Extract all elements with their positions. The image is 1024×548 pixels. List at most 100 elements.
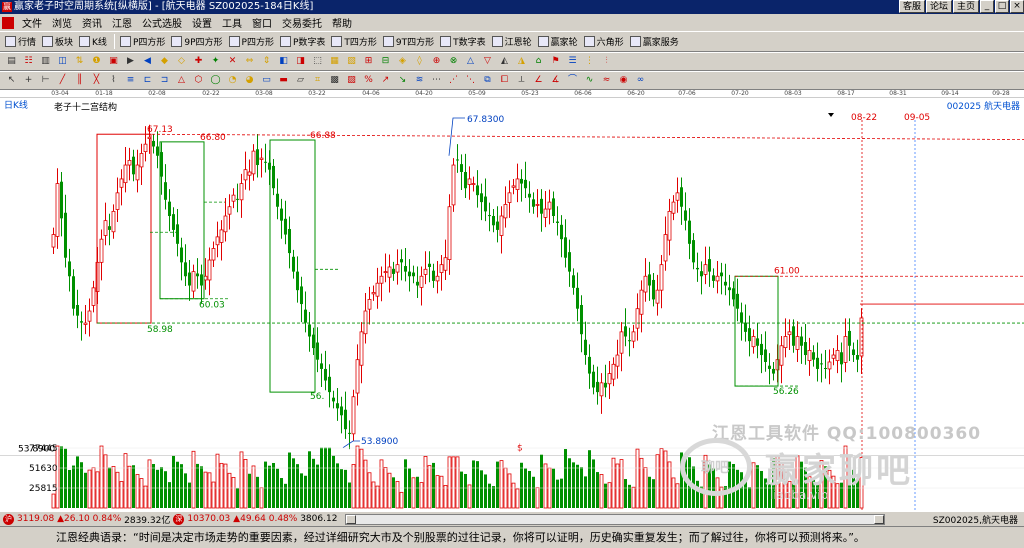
draw-tool-icon[interactable]: ⧉ [481,74,494,87]
draw-tool-icon[interactable]: ≋ [413,74,426,87]
draw-tool-icon[interactable]: ⧠ [498,74,511,87]
menu-gann[interactable]: 江恩 [107,15,137,30]
draw-tool-icon[interactable]: ⊐ [158,74,171,87]
tool-icon[interactable]: △ [464,55,477,68]
toolbar-winner-wheel[interactable]: 赢家轮 [536,35,582,48]
tool-icon[interactable]: ▶ [124,55,137,68]
toolbar-kline[interactable]: K线 [77,35,111,48]
toolbar-sectors[interactable]: 板块 [40,35,77,48]
tool-icon[interactable]: ⋮ [583,55,596,68]
draw-tool-icon[interactable]: ▬ [277,74,290,87]
toolbar-t-number-table[interactable]: T数字表 [438,35,490,48]
tool-icon[interactable]: ◧ [277,55,290,68]
draw-tool-icon[interactable]: ▱ [294,74,307,87]
menu-tools[interactable]: 工具 [217,15,247,30]
draw-tool-icon[interactable]: ◕ [243,74,256,87]
tool-icon[interactable]: ⌂ [532,55,545,68]
toolbar-quotes[interactable]: 行情 [3,35,40,48]
menu-help[interactable]: 帮助 [327,15,357,30]
tool-icon[interactable]: ⊗ [447,55,460,68]
tool-icon[interactable]: ◈ [396,55,409,68]
tool-icon[interactable]: ⫶ [600,55,613,68]
draw-tool-icon[interactable]: ╱ [56,74,69,87]
menu-trade[interactable]: 交易委托 [277,15,327,30]
horizontal-scrollbar[interactable] [345,513,886,525]
tool-icon[interactable]: ▽ [481,55,494,68]
tool-icon[interactable]: ◫ [56,55,69,68]
tool-icon[interactable]: ▧ [345,55,358,68]
draw-tool-icon[interactable]: ╳ [90,74,103,87]
toolbar-9p-square[interactable]: 9P四方形 [169,35,226,48]
tool-icon[interactable]: ◭ [498,55,511,68]
toolbar-winner-service[interactable]: 赢家服务 [628,35,683,48]
draw-tool-icon[interactable]: ⌒ [566,74,579,87]
menu-news[interactable]: 资讯 [77,15,107,30]
tool-icon[interactable]: ✕ [226,55,239,68]
draw-tool-icon[interactable]: % [362,74,375,87]
tool-icon[interactable]: ◇ [175,55,188,68]
draw-tool-icon[interactable]: ⋱ [464,74,477,87]
draw-tool-icon[interactable]: + [22,74,35,87]
maximize-button[interactable]: □ [995,0,1009,13]
tool-icon[interactable]: ▦ [328,55,341,68]
draw-tool-icon[interactable]: ║ [73,74,86,87]
draw-tool-icon[interactable]: ⊢ [39,74,52,87]
draw-tool-icon[interactable]: ⬡ [192,74,205,87]
customer-service-button[interactable]: 客服 [898,0,925,13]
draw-tool-icon[interactable]: ⋯ [430,74,443,87]
tool-icon[interactable]: ⇔ [243,55,256,68]
forum-button[interactable]: 论坛 [925,0,952,13]
draw-tool-icon[interactable]: ▨ [345,74,358,87]
draw-tool-icon[interactable]: ⌗ [311,74,324,87]
draw-tool-icon[interactable]: △ [175,74,188,87]
tool-icon[interactable]: ◊ [413,55,426,68]
draw-tool-icon[interactable]: ⌇ [107,74,120,87]
tool-icon[interactable]: ▥ [39,55,52,68]
draw-tool-icon[interactable]: ↘ [396,74,409,87]
tool-icon[interactable]: ⊟ [379,55,392,68]
draw-tool-icon[interactable]: ∠ [532,74,545,87]
toolbar-p-number-table[interactable]: P数字表 [278,35,329,48]
tool-icon[interactable]: ◨ [294,55,307,68]
draw-tool-icon[interactable]: ∡ [549,74,562,87]
tool-icon[interactable]: ⊕ [430,55,443,68]
tool-icon[interactable]: ⚑ [549,55,562,68]
draw-tool-icon[interactable]: ⋰ [447,74,460,87]
toolbar-t-square[interactable]: T四方形 [329,35,381,48]
draw-tool-icon[interactable]: ≈ [600,74,613,87]
tool-icon[interactable]: ▤ [5,55,18,68]
tool-icon[interactable]: ◀ [141,55,154,68]
tool-icon[interactable]: ▣ [107,55,120,68]
draw-tool-icon[interactable]: ⊏ [141,74,154,87]
draw-tool-icon[interactable]: ◔ [226,74,239,87]
tool-icon[interactable]: ⇕ [260,55,273,68]
draw-tool-icon[interactable]: ↗ [379,74,392,87]
tool-icon[interactable]: ☷ [22,55,35,68]
draw-tool-icon[interactable]: ↖ [5,74,18,87]
draw-tool-icon[interactable]: ◯ [209,74,222,87]
draw-tool-icon[interactable]: ◉ [617,74,630,87]
minimize-button[interactable]: _ [980,0,994,13]
tool-icon[interactable]: ☰ [566,55,579,68]
menu-browse[interactable]: 浏览 [47,15,77,30]
draw-tool-icon[interactable]: ▭ [260,74,273,87]
tool-icon[interactable]: ✦ [209,55,222,68]
tool-icon[interactable]: ◮ [515,55,528,68]
menu-settings[interactable]: 设置 [187,15,217,30]
close-button[interactable]: × [1010,0,1024,13]
toolbar-hexagon[interactable]: 六角形 [582,35,628,48]
tool-icon[interactable]: ⇅ [73,55,86,68]
tool-icon[interactable]: ⬚ [311,55,324,68]
tool-icon[interactable]: ◆ [158,55,171,68]
draw-tool-icon[interactable]: ⟂ [515,74,528,87]
tool-icon[interactable]: ⊞ [362,55,375,68]
toolbar-p-square-2[interactable]: P四方形 [227,35,278,48]
draw-tool-icon[interactable]: ▩ [328,74,341,87]
draw-tool-icon[interactable]: ∞ [634,74,647,87]
scroll-left-button[interactable] [346,514,357,524]
toolbar-gann-wheel[interactable]: 江恩轮 [490,35,536,48]
draw-tool-icon[interactable]: ∿ [583,74,596,87]
tool-icon[interactable]: ✚ [192,55,205,68]
draw-tool-icon[interactable]: ≡ [124,74,137,87]
menu-file[interactable]: 文件 [17,15,47,30]
